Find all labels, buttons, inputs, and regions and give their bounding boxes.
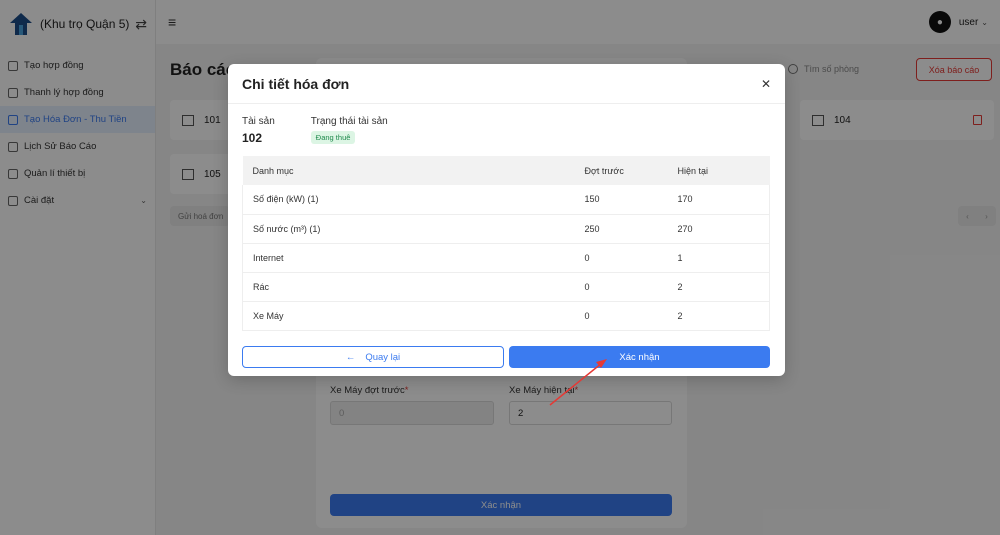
- table-cell: Rác: [242, 272, 575, 302]
- table-cell: 170: [667, 185, 770, 215]
- table-header-row: Danh mục Đợt trước Hiện tại: [242, 156, 770, 185]
- table-cell: 150: [574, 185, 668, 215]
- invoice-detail-modal: Chi tiết hóa đơn ✕ Tài sản 102 Trạng thá…: [228, 64, 785, 376]
- modal-title: Chi tiết hóa đơn: [242, 75, 350, 92]
- asset-label: Tài sản: [242, 116, 275, 127]
- table-cell: Số điện (kW) (1): [242, 185, 575, 215]
- asset-info: Tài sản 102 Trạng thái tài sản Đang thuê: [228, 104, 785, 145]
- asset-block: Tài sản 102: [242, 116, 275, 145]
- table-row: Internet 0 1: [242, 243, 770, 273]
- table-row: Số điện (kW) (1) 150 170: [242, 185, 770, 215]
- table-row: Số nước (m³) (1) 250 270: [242, 214, 770, 244]
- table-cell: 1: [667, 243, 770, 273]
- modal-header: Chi tiết hóa đơn ✕: [228, 64, 785, 104]
- table-cell: 0: [574, 243, 668, 273]
- table-cell: 250: [574, 214, 668, 244]
- table-cell: 2: [667, 301, 770, 331]
- asset-value: 102: [242, 131, 263, 145]
- table-cell: Số nước (m³) (1): [242, 214, 575, 244]
- table-cell: 2: [667, 272, 770, 302]
- table-row: Xe Máy 0 2: [242, 301, 770, 331]
- status-badge: Đang thuê: [310, 131, 356, 144]
- modal-footer: ← Quay lại Xác nhận: [242, 346, 770, 368]
- column-header: Đợt trước: [584, 165, 624, 176]
- table-cell: Internet: [242, 243, 575, 273]
- status-label: Trạng thái tài sản: [310, 116, 388, 127]
- column-header: Hiện tại: [677, 165, 709, 176]
- back-button-label: Quay lại: [365, 351, 401, 363]
- table-row: Rác 0 2: [242, 272, 770, 302]
- table-cell: 270: [667, 214, 770, 244]
- table-cell: 0: [574, 301, 668, 331]
- confirm-button[interactable]: Xác nhận: [509, 346, 770, 368]
- status-block: Trạng thái tài sản Đang thuê: [310, 116, 388, 145]
- close-icon[interactable]: ✕: [761, 77, 771, 91]
- column-header: Danh mục: [252, 165, 294, 176]
- table-cell: 0: [574, 272, 668, 302]
- invoice-table: Danh mục Đợt trước Hiện tại Số điện (kW)…: [242, 156, 770, 331]
- table-cell: Xe Máy: [242, 301, 575, 331]
- back-button[interactable]: ← Quay lại: [242, 346, 504, 368]
- arrow-left-icon: ←: [345, 351, 356, 363]
